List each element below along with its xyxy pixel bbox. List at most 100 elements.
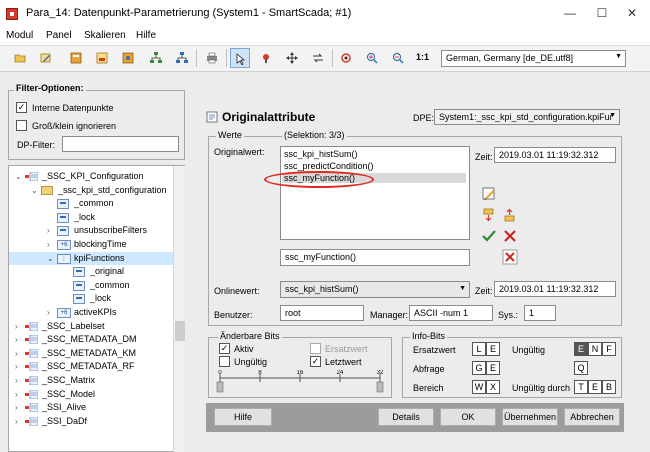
tree-item[interactable]: › unsubscribeFilters xyxy=(9,224,173,237)
datapoint-icon xyxy=(25,416,38,426)
chevron-right-icon[interactable]: › xyxy=(15,362,18,371)
move-icon[interactable] xyxy=(282,48,302,68)
scroll-thumb[interactable] xyxy=(175,321,185,341)
original-value-list[interactable]: ssc_kpi_histSum() ssc_predictCondition()… xyxy=(280,146,470,240)
value-edit-input[interactable]: ssc_myFunction() xyxy=(280,249,470,266)
dp-tree[interactable]: ⌄ _SSC_KPI_Configuration ⌄ _ssc_kpi_std_con… xyxy=(8,165,185,452)
chevron-down-icon[interactable]: ⌄ xyxy=(31,186,38,195)
aktiv-checkbox[interactable]: ✓ xyxy=(219,343,230,354)
internal-dp-checkbox[interactable]: ✓ xyxy=(16,102,27,113)
dpe-select[interactable]: System1:_ssc_kpi_std_configuration.kpiFu… xyxy=(434,109,620,125)
menu-modul[interactable]: Modul xyxy=(6,30,33,41)
hierarchy-icon[interactable] xyxy=(172,48,192,68)
details-button[interactable]: Details xyxy=(378,408,434,426)
menu-panel[interactable]: Panel xyxy=(46,30,72,41)
config-icon[interactable] xyxy=(336,48,356,68)
tree-item[interactable]: _lock xyxy=(9,211,173,224)
close-button[interactable]: ✕ xyxy=(618,4,646,22)
tree-item[interactable]: ⌄ _ssc_kpi_std_configuration xyxy=(9,184,173,197)
delete-icon[interactable] xyxy=(502,228,518,244)
attribute-icon xyxy=(73,294,85,305)
tree-item[interactable]: › +6 blockingTime xyxy=(9,238,173,251)
move-down-icon[interactable] xyxy=(481,207,497,223)
zoom-reset-icon[interactable]: 1:1 xyxy=(414,48,434,68)
chevron-right-icon[interactable]: › xyxy=(47,240,50,249)
info-ersatzwert-label: Ersatzwert xyxy=(413,345,456,355)
language-value: German, Germany [de_DE.utf8] xyxy=(446,53,574,63)
bit-slider-handle[interactable] xyxy=(216,381,224,393)
list-item[interactable]: ssc_kpi_histSum() xyxy=(284,149,358,159)
hilfe-button[interactable]: Hilfe xyxy=(214,408,272,426)
tree-item-label: _common xyxy=(90,279,130,290)
minimize-button[interactable]: — xyxy=(556,4,584,22)
chevron-right-icon[interactable]: › xyxy=(15,390,18,399)
bit-scale[interactable]: 0 8 16 24 32 xyxy=(215,370,385,396)
ignore-case-checkbox[interactable] xyxy=(16,120,27,131)
tree-item[interactable]: _common xyxy=(9,279,173,292)
tree-item[interactable]: › _SSC_METADATA_KM xyxy=(9,347,173,360)
abbrechen-button[interactable]: Abbrechen xyxy=(564,408,620,426)
print-icon[interactable] xyxy=(202,48,222,68)
chevron-right-icon[interactable]: › xyxy=(15,322,18,331)
letztwert-checkbox[interactable]: ✓ xyxy=(310,356,321,367)
tree-item[interactable]: › _SSC_Model xyxy=(9,388,173,401)
folder-open-icon[interactable] xyxy=(10,48,30,68)
tree-item[interactable]: _common xyxy=(9,197,173,210)
chevron-right-icon[interactable]: › xyxy=(15,417,18,426)
tree-item[interactable]: _lock xyxy=(9,292,173,305)
tree-item[interactable]: › +6 activeKPIs xyxy=(9,306,173,319)
maximize-button[interactable]: ☐ xyxy=(588,4,616,22)
chevron-right-icon[interactable]: › xyxy=(15,335,18,344)
tree-item[interactable]: › _SSC_Matrix xyxy=(9,374,173,387)
tree-item[interactable]: › _SSC_METADATA_RF xyxy=(9,360,173,373)
list-item[interactable]: ssc_predictCondition() xyxy=(284,161,374,171)
zoom-out-icon[interactable] xyxy=(388,48,408,68)
ungueltig-checkbox[interactable] xyxy=(219,356,230,367)
chevron-down-icon[interactable]: ⌄ xyxy=(15,172,22,181)
ersatzwert-checkbox[interactable] xyxy=(310,343,321,354)
chevron-right-icon[interactable]: › xyxy=(15,349,18,358)
move-up-icon[interactable] xyxy=(502,207,518,223)
tree-item-label: _ssc_kpi_std_configuration xyxy=(58,184,167,195)
edit-icon[interactable] xyxy=(36,48,56,68)
tree-item[interactable]: › _SSI_DaDf xyxy=(9,415,173,428)
select-icon[interactable] xyxy=(230,48,250,68)
language-select[interactable]: German, Germany [de_DE.utf8] ▼ xyxy=(441,50,626,67)
chevron-right-icon[interactable]: › xyxy=(47,308,50,317)
tree-item[interactable]: › _SSI_Alive xyxy=(9,401,173,414)
dpe-value: System1:_ssc_kpi_std_configuration.kpiFu… xyxy=(439,112,613,122)
clear-icon[interactable] xyxy=(502,249,518,265)
dp-filter-input[interactable] xyxy=(62,136,179,152)
tree-item[interactable]: › _SSC_Labelset xyxy=(9,320,173,333)
tool-icon[interactable] xyxy=(256,48,276,68)
tree-item[interactable]: ⌄ _SSC_KPI_Configuration xyxy=(9,170,173,183)
bit-w: W xyxy=(472,380,486,394)
scale-label: 16 xyxy=(297,370,304,376)
swap-icon[interactable] xyxy=(308,48,328,68)
chevron-right-icon[interactable]: › xyxy=(47,226,50,235)
dp-filter-label: DP-Filter: xyxy=(17,140,55,150)
tree-item-label: _lock xyxy=(74,211,96,222)
type-icon[interactable] xyxy=(92,48,112,68)
element-type-icon: ⋮ xyxy=(57,253,71,264)
network-icon[interactable] xyxy=(146,48,166,68)
dp-icon[interactable] xyxy=(66,48,86,68)
chevron-down-icon[interactable]: ⌄ xyxy=(47,254,54,263)
menu-hilfe[interactable]: Hilfe xyxy=(136,30,156,41)
ok-button[interactable]: OK xyxy=(440,408,496,426)
tree-item[interactable]: _original xyxy=(9,265,173,278)
uebernehmen-button[interactable]: Übernehmen xyxy=(502,408,558,426)
checkmark-icon[interactable] xyxy=(481,228,497,244)
zoom-in-icon[interactable] xyxy=(362,48,382,68)
menu-skalieren[interactable]: Skalieren xyxy=(84,30,126,41)
tree-item-label: _SSI_DaDf xyxy=(42,415,88,426)
chevron-right-icon[interactable]: › xyxy=(15,376,18,385)
tree-item[interactable]: › _SSC_METADATA_DM xyxy=(9,333,173,346)
edit-value-icon[interactable] xyxy=(481,186,497,202)
tree-icon[interactable] xyxy=(118,48,138,68)
tree-scrollbar[interactable] xyxy=(173,166,185,452)
tree-item[interactable]: ⌄ ⋮ kpiFunctions xyxy=(9,251,173,265)
chevron-right-icon[interactable]: › xyxy=(15,403,18,412)
bit-slider-handle[interactable] xyxy=(376,381,384,393)
onlinewert-select[interactable]: ssc_kpi_histSum() ▼ xyxy=(280,281,470,298)
